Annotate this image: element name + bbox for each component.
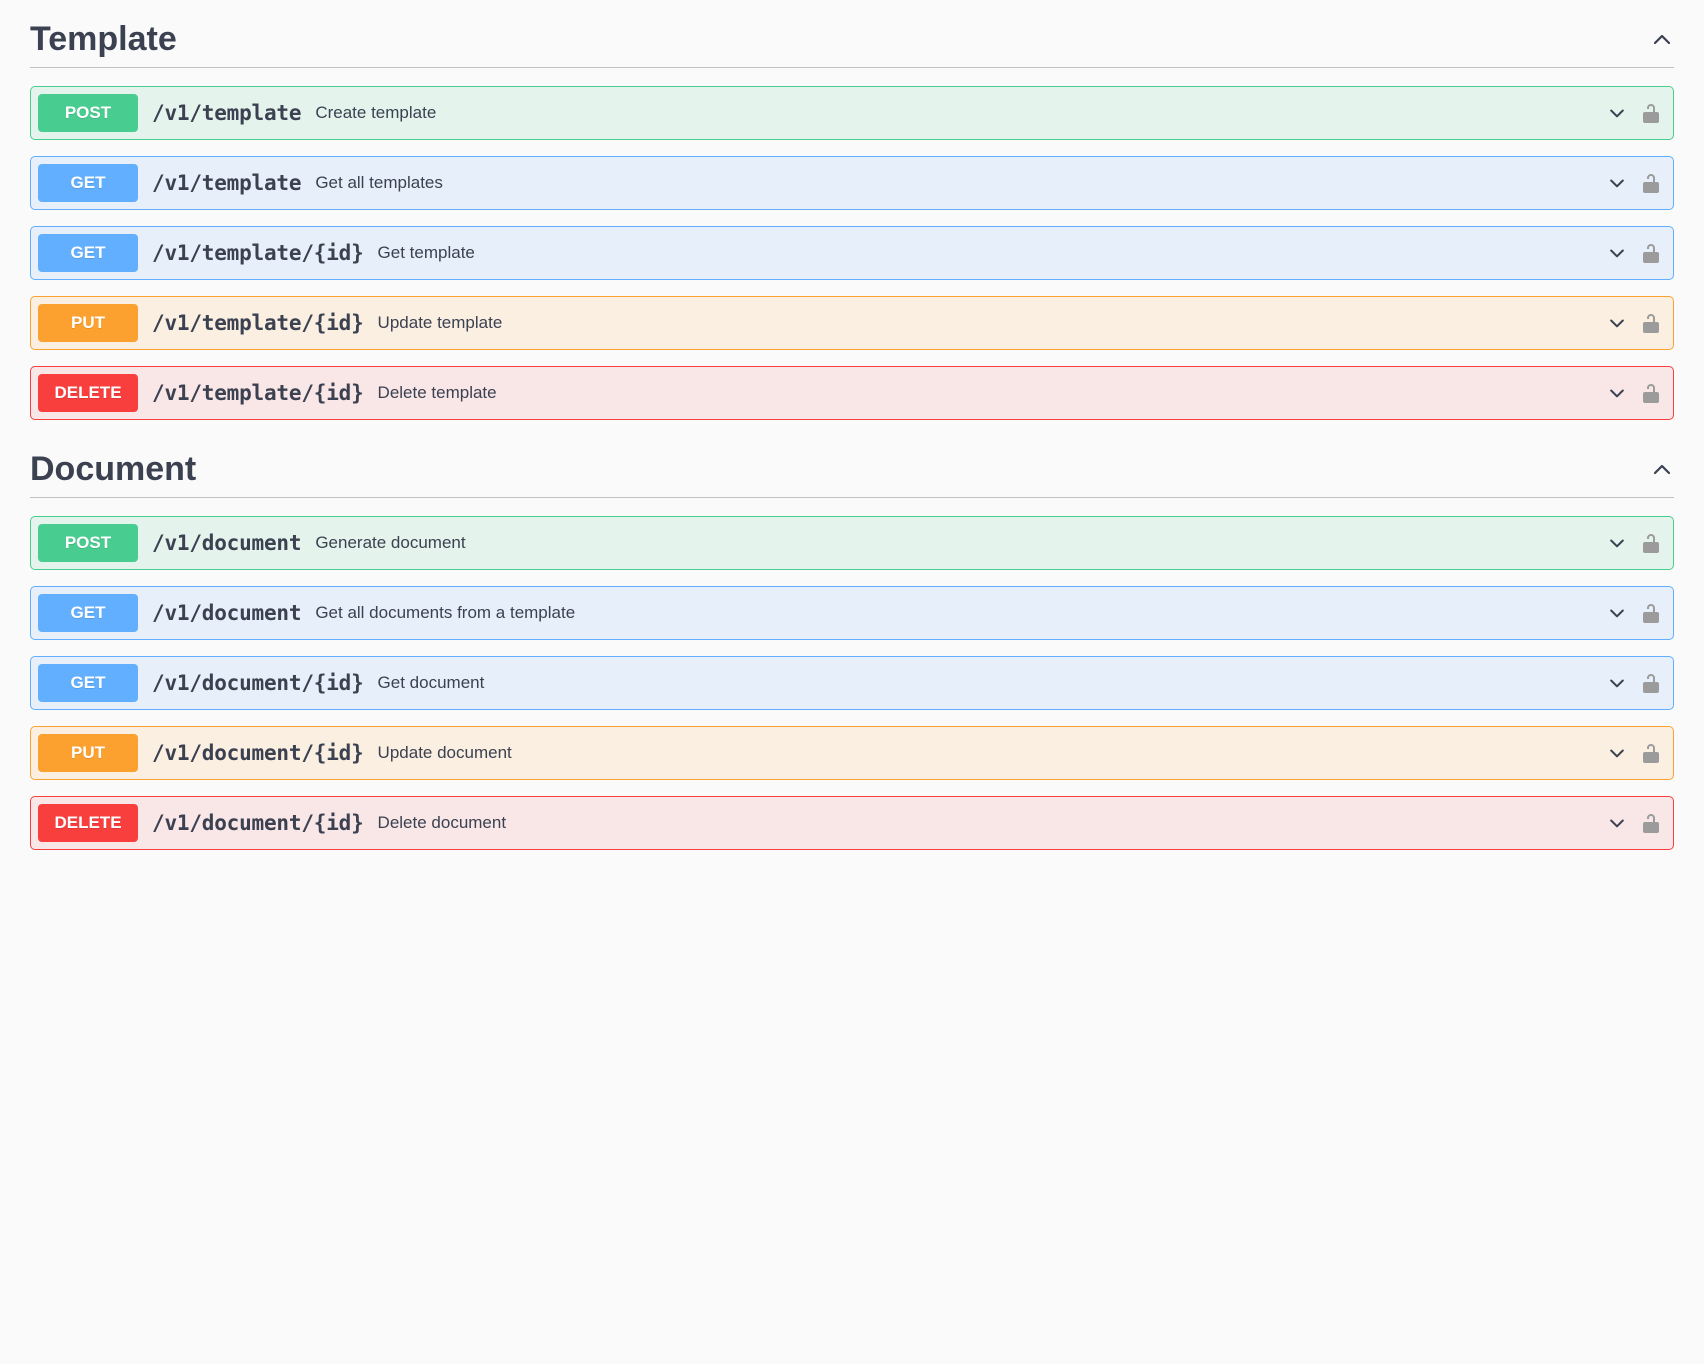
chevron-down-icon[interactable] — [1595, 383, 1627, 403]
endpoint-row[interactable]: GET /v1/document/{id} Get document — [30, 656, 1674, 710]
endpoint-path: /v1/document — [152, 601, 301, 625]
chevron-down-icon[interactable] — [1595, 243, 1627, 263]
section-document: Document POST /v1/document Generate docu… — [30, 450, 1674, 850]
endpoint-row[interactable]: POST /v1/template Create template — [30, 86, 1674, 140]
lock-icon[interactable] — [1627, 102, 1661, 124]
endpoint-summary: Update template — [378, 313, 1595, 333]
endpoint-row[interactable]: GET /v1/template/{id} Get template — [30, 226, 1674, 280]
lock-icon[interactable] — [1627, 242, 1661, 264]
lock-icon[interactable] — [1627, 532, 1661, 554]
chevron-down-icon[interactable] — [1595, 173, 1627, 193]
endpoint-row[interactable]: PUT /v1/document/{id} Update document — [30, 726, 1674, 780]
endpoint-summary: Delete template — [378, 383, 1595, 403]
chevron-up-icon — [1650, 28, 1674, 52]
endpoint-path: /v1/template/{id} — [152, 241, 364, 265]
chevron-down-icon[interactable] — [1595, 313, 1627, 333]
chevron-down-icon[interactable] — [1595, 533, 1627, 553]
method-badge: POST — [38, 94, 138, 132]
endpoint-path: /v1/template/{id} — [152, 381, 364, 405]
endpoint-row[interactable]: DELETE /v1/document/{id} Delete document — [30, 796, 1674, 850]
section-template: Template POST /v1/template Create templa… — [30, 20, 1674, 420]
chevron-down-icon[interactable] — [1595, 813, 1627, 833]
section-header-document[interactable]: Document — [30, 450, 1674, 498]
endpoint-summary: Get all documents from a template — [315, 603, 1595, 623]
lock-icon[interactable] — [1627, 312, 1661, 334]
method-badge: GET — [38, 164, 138, 202]
lock-icon[interactable] — [1627, 172, 1661, 194]
chevron-down-icon[interactable] — [1595, 673, 1627, 693]
chevron-down-icon[interactable] — [1595, 603, 1627, 623]
chevron-up-icon — [1650, 458, 1674, 482]
endpoint-summary: Get document — [378, 673, 1595, 693]
endpoint-path: /v1/template/{id} — [152, 311, 364, 335]
chevron-down-icon[interactable] — [1595, 103, 1627, 123]
method-badge: GET — [38, 664, 138, 702]
section-title: Document — [30, 450, 196, 489]
endpoint-path: /v1/document/{id} — [152, 741, 364, 765]
method-badge: PUT — [38, 734, 138, 772]
endpoint-path: /v1/template — [152, 101, 301, 125]
endpoint-row[interactable]: GET /v1/document Get all documents from … — [30, 586, 1674, 640]
endpoint-summary: Update document — [378, 743, 1595, 763]
method-badge: GET — [38, 594, 138, 632]
endpoint-path: /v1/document/{id} — [152, 671, 364, 695]
lock-icon[interactable] — [1627, 602, 1661, 624]
endpoint-path: /v1/document/{id} — [152, 811, 364, 835]
section-header-template[interactable]: Template — [30, 20, 1674, 68]
endpoint-summary: Create template — [315, 103, 1595, 123]
endpoint-summary: Get all templates — [315, 173, 1595, 193]
endpoint-summary: Get template — [378, 243, 1595, 263]
endpoint-summary: Delete document — [378, 813, 1595, 833]
lock-icon[interactable] — [1627, 672, 1661, 694]
endpoint-row[interactable]: GET /v1/template Get all templates — [30, 156, 1674, 210]
lock-icon[interactable] — [1627, 812, 1661, 834]
endpoint-summary: Generate document — [315, 533, 1595, 553]
lock-icon[interactable] — [1627, 742, 1661, 764]
endpoint-row[interactable]: POST /v1/document Generate document — [30, 516, 1674, 570]
method-badge: DELETE — [38, 374, 138, 412]
method-badge: PUT — [38, 304, 138, 342]
method-badge: GET — [38, 234, 138, 272]
endpoint-row[interactable]: PUT /v1/template/{id} Update template — [30, 296, 1674, 350]
chevron-down-icon[interactable] — [1595, 743, 1627, 763]
endpoint-row[interactable]: DELETE /v1/template/{id} Delete template — [30, 366, 1674, 420]
endpoint-path: /v1/template — [152, 171, 301, 195]
endpoint-path: /v1/document — [152, 531, 301, 555]
method-badge: DELETE — [38, 804, 138, 842]
lock-icon[interactable] — [1627, 382, 1661, 404]
section-title: Template — [30, 20, 177, 59]
method-badge: POST — [38, 524, 138, 562]
